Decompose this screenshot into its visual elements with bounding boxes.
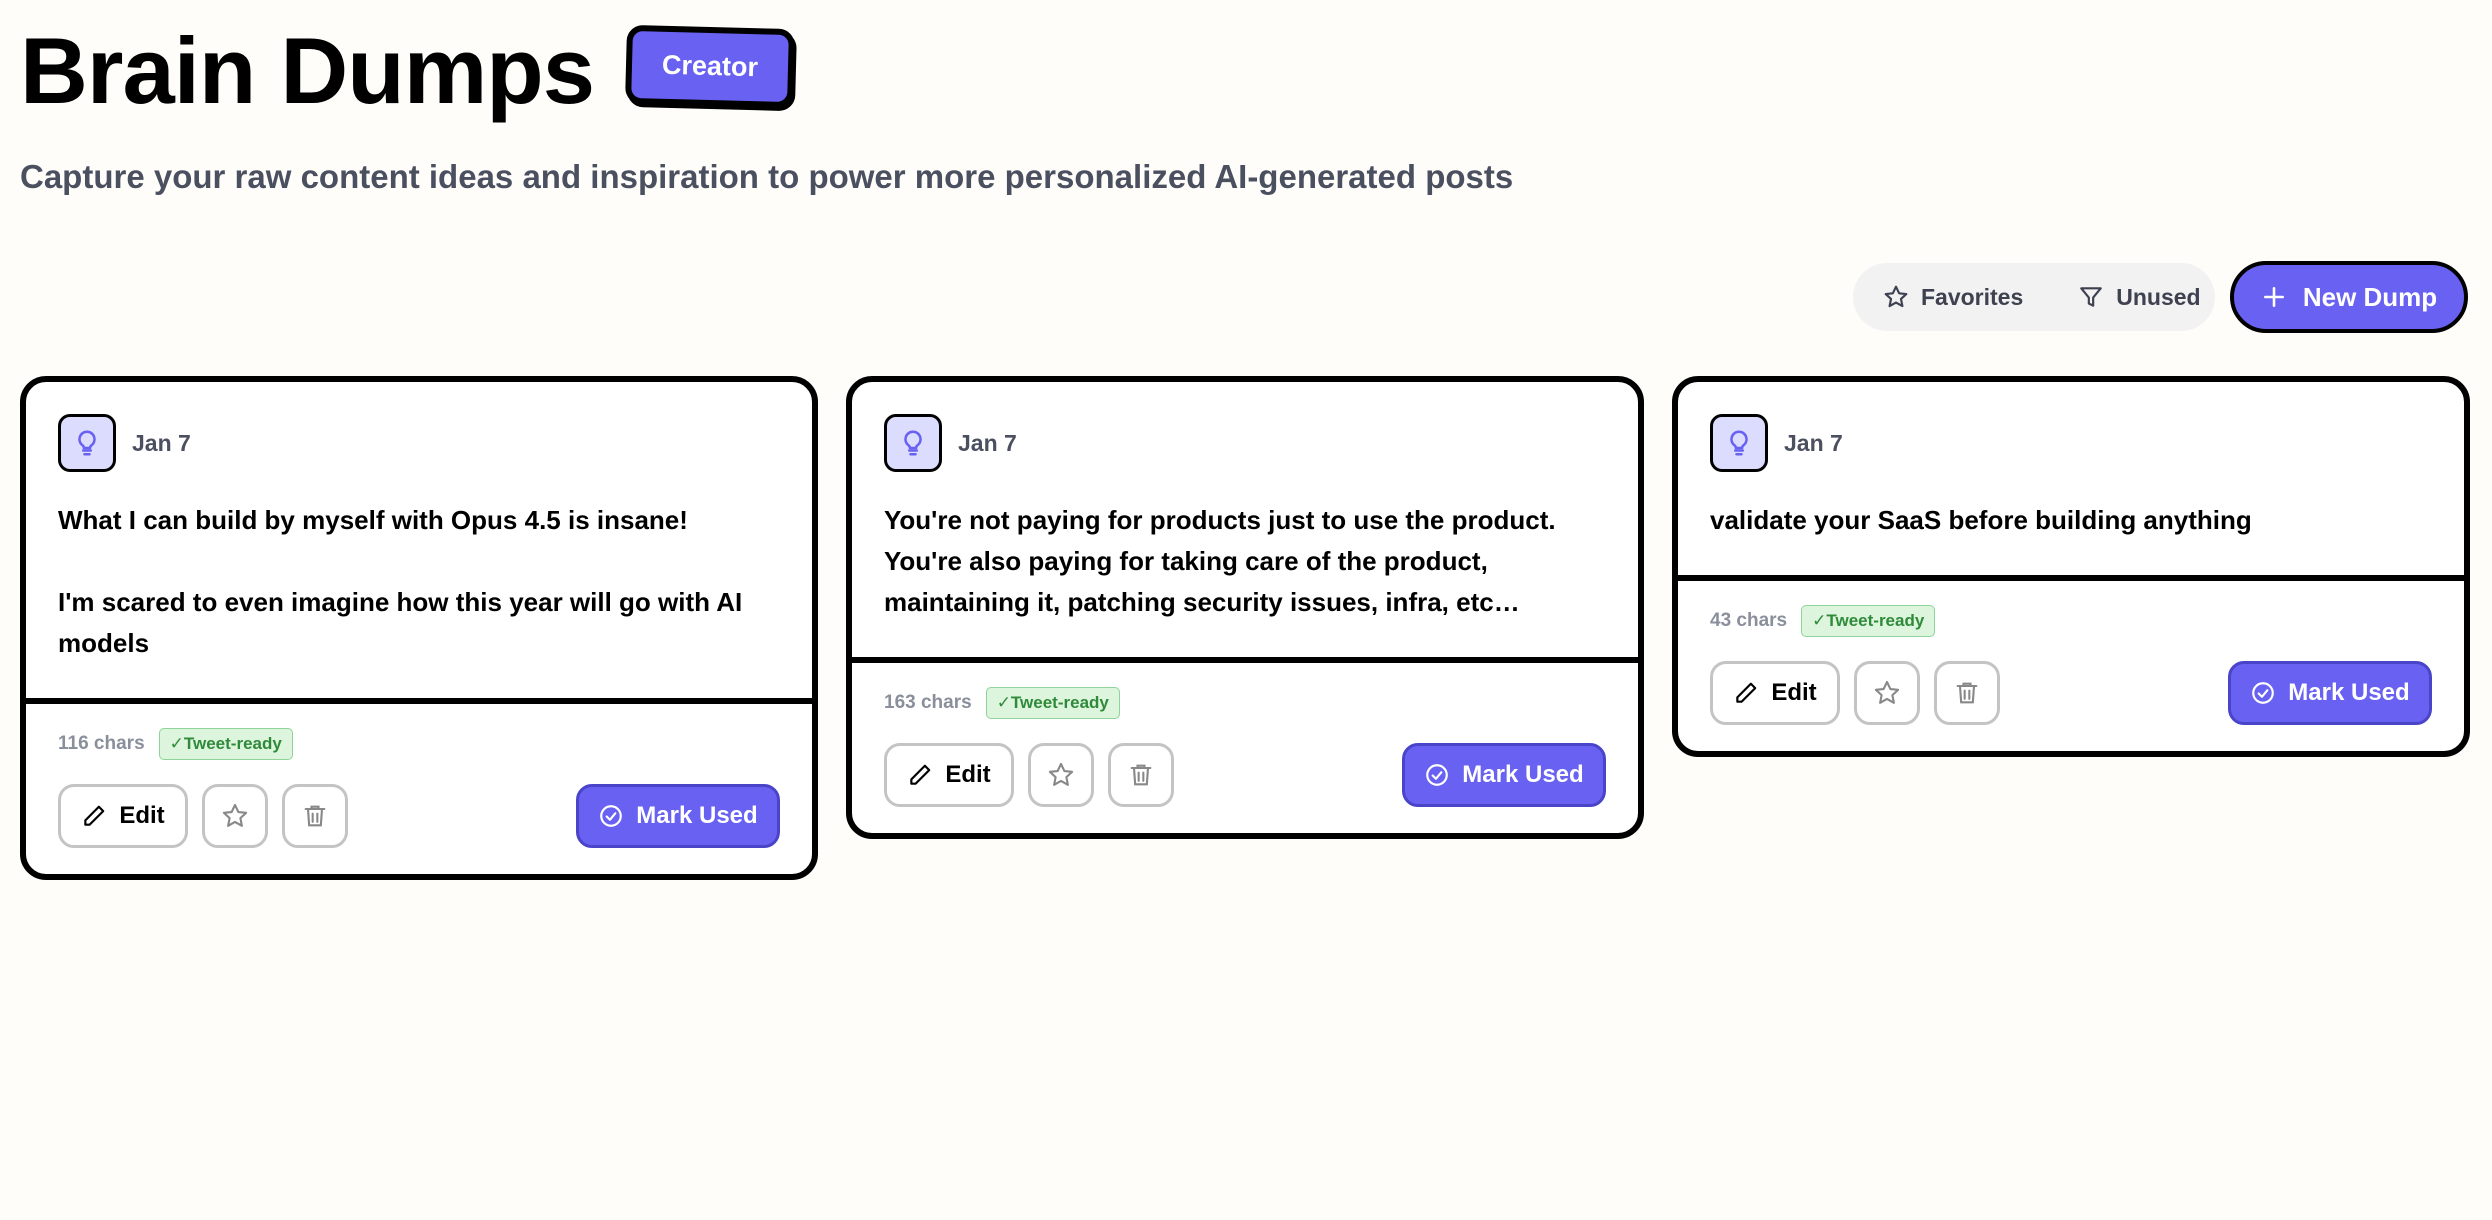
trash-icon — [304, 805, 326, 827]
edit-label: Edit — [119, 802, 165, 829]
trash-icon — [1956, 682, 1978, 704]
card-meta: Jan 7 — [1710, 414, 2432, 472]
card-date: Jan 7 — [132, 429, 191, 456]
tweet-ready-badge: ✓Tweet-ready — [985, 687, 1120, 719]
card-text: You're not paying for products just to u… — [884, 505, 1556, 617]
page-header: Brain Dumps Creator — [20, 18, 796, 123]
card-footer: 43 chars ✓Tweet-ready Edit Mark Used — [1678, 581, 2464, 751]
star-icon — [1048, 762, 1074, 786]
card-stats: 116 chars ✓Tweet-ready — [58, 728, 780, 760]
new-dump-button[interactable]: New Dump — [2230, 261, 2468, 333]
favorite-button[interactable] — [202, 784, 268, 848]
pencil-icon — [1736, 682, 1757, 703]
mark-used-button[interactable]: Mark Used — [2228, 661, 2432, 725]
card-text: What I can build by myself with Opus 4.5… — [58, 505, 743, 658]
edit-button[interactable]: Edit — [884, 743, 1014, 807]
delete-button[interactable] — [1934, 661, 2000, 725]
filter-icon — [2080, 287, 2103, 307]
favorite-button[interactable] — [1028, 743, 1094, 807]
new-dump-label: New Dump — [2302, 281, 2438, 312]
card-date: Jan 7 — [1784, 429, 1843, 456]
dump-card: Jan 7 You're not paying for products jus… — [846, 376, 1644, 839]
card-meta: Jan 7 — [884, 414, 1606, 472]
card-actions: Edit Mark Used — [58, 784, 780, 848]
brain-dumps-page: Brain Dumps Creator Capture your raw con… — [0, 0, 2492, 1220]
card-meta: Jan 7 — [58, 414, 780, 472]
card-footer: 163 chars ✓Tweet-ready Edit Mark Used — [852, 663, 1638, 833]
lightbulb-icon — [1710, 414, 1768, 472]
dump-card: Jan 7 validate your SaaS before building… — [1672, 376, 2470, 757]
edit-label: Edit — [1771, 679, 1817, 706]
favorites-label: Favorites — [1921, 283, 2024, 310]
card-content: Jan 7 What I can build by myself with Op… — [26, 382, 812, 704]
card-actions: Edit Mark Used — [884, 743, 1606, 807]
pencil-icon — [84, 805, 105, 826]
check-circle-icon — [600, 805, 623, 827]
check-circle-icon — [2252, 682, 2275, 704]
edit-button[interactable]: Edit — [1710, 661, 1840, 725]
card-actions: Edit Mark Used — [1710, 661, 2432, 725]
page-title: Brain Dumps — [20, 18, 595, 123]
card-date: Jan 7 — [958, 429, 1017, 456]
card-text: validate your SaaS before building anyth… — [1710, 505, 2252, 535]
delete-button[interactable] — [282, 784, 348, 848]
favorites-filter-button[interactable]: Favorites — [1883, 284, 2023, 311]
mark-used-button[interactable]: Mark Used — [1402, 743, 1606, 807]
creator-badge: Creator — [624, 24, 796, 108]
lightbulb-icon — [884, 414, 942, 472]
tweet-ready-badge: ✓Tweet-ready — [158, 728, 293, 760]
trash-icon — [1130, 764, 1152, 786]
char-count: 116 chars — [58, 733, 145, 754]
lightbulb-icon — [58, 414, 116, 472]
unused-filter-button[interactable]: Unused — [2078, 283, 2201, 311]
unused-label: Unused — [2116, 283, 2201, 310]
card-stats: 43 chars ✓Tweet-ready — [1710, 605, 2432, 637]
check-circle-icon — [1426, 764, 1449, 786]
mark-used-button[interactable]: Mark Used — [576, 784, 780, 848]
favorite-button[interactable] — [1854, 661, 1920, 725]
delete-button[interactable] — [1108, 743, 1174, 807]
star-icon — [222, 803, 248, 827]
edit-button[interactable]: Edit — [58, 784, 188, 848]
mark-used-label: Mark Used — [1462, 761, 1584, 788]
card-stats: 163 chars ✓Tweet-ready — [884, 687, 1606, 719]
edit-label: Edit — [945, 761, 991, 788]
char-count: 163 chars — [884, 692, 972, 713]
page-subtitle: Capture your raw content ideas and inspi… — [20, 158, 1514, 195]
plus-icon — [2263, 287, 2284, 307]
dump-card: Jan 7 What I can build by myself with Op… — [20, 376, 818, 880]
mark-used-label: Mark Used — [2288, 679, 2410, 706]
card-content: Jan 7 You're not paying for products jus… — [852, 382, 1638, 663]
star-icon — [1874, 680, 1900, 704]
pencil-icon — [910, 764, 931, 785]
star-icon — [1884, 285, 1908, 308]
filter-group: Favorites Unused — [1853, 263, 2215, 331]
tweet-ready-badge: ✓Tweet-ready — [1801, 605, 1936, 637]
card-content: Jan 7 validate your SaaS before building… — [1678, 382, 2464, 581]
card-footer: 116 chars ✓Tweet-ready Edit Mark Used — [26, 704, 812, 874]
char-count: 43 chars — [1710, 610, 1788, 631]
mark-used-label: Mark Used — [636, 802, 758, 829]
